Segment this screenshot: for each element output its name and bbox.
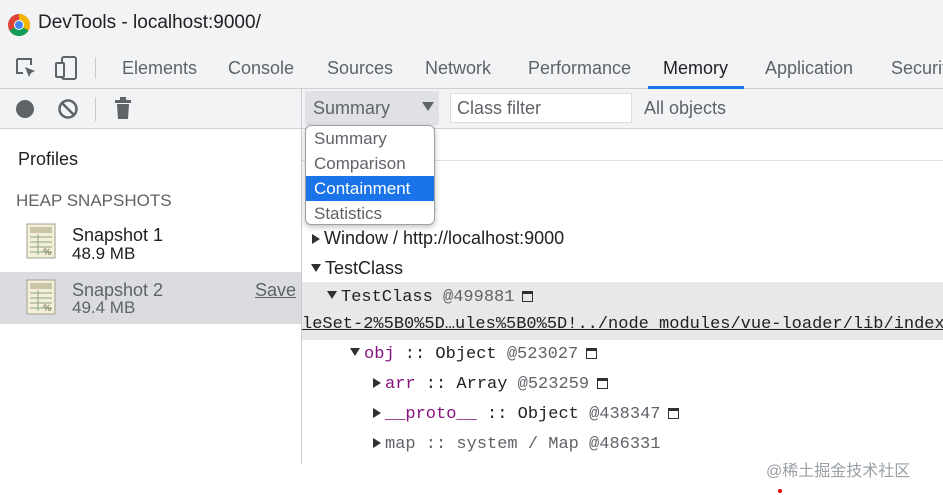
profiles-toolbar xyxy=(0,89,301,129)
class-filter-input[interactable] xyxy=(450,93,632,123)
expand-arrow-icon[interactable] xyxy=(373,438,381,448)
tree-row-window[interactable]: Window / http://localhost:9000 xyxy=(302,228,943,249)
tab-sources[interactable]: Sources xyxy=(327,58,393,79)
save-snapshot-link[interactable]: Save xyxy=(255,280,296,301)
window-title: DevTools - localhost:9000/ xyxy=(38,12,261,33)
store-as-global-icon[interactable] xyxy=(597,378,609,389)
expand-arrow-icon[interactable] xyxy=(312,234,320,244)
object-id: @499881 xyxy=(443,288,515,307)
object-name: TestClass xyxy=(341,288,433,307)
expand-arrow-icon[interactable] xyxy=(373,378,381,388)
collapse-arrow-icon[interactable] xyxy=(350,348,360,356)
snapshot-name: Snapshot 1 xyxy=(72,225,164,245)
menu-option-summary[interactable]: Summary xyxy=(306,126,434,151)
property-name: map xyxy=(385,435,416,454)
toolbar-divider xyxy=(95,57,96,79)
svg-text:%: % xyxy=(43,304,52,314)
tab-console[interactable]: Console xyxy=(228,58,294,79)
object-id: @523259 xyxy=(517,375,590,394)
chevron-down-icon xyxy=(422,102,434,111)
collapse-arrow-icon[interactable] xyxy=(327,291,337,299)
view-select-value: Summary xyxy=(313,98,391,118)
store-as-global-icon[interactable] xyxy=(668,408,680,419)
property-type: Object xyxy=(517,405,579,424)
cursor-dot xyxy=(778,489,782,493)
tab-performance[interactable]: Performance xyxy=(528,58,631,79)
tree-row-arr[interactable]: arr :: Array @523259 xyxy=(302,375,943,394)
object-id: @523027 xyxy=(506,345,579,364)
property-name: obj xyxy=(364,345,395,364)
tree-row-label: Window / http://localhost:9000 xyxy=(324,228,565,248)
clear-icon[interactable] xyxy=(57,98,79,120)
collapse-arrow-icon[interactable] xyxy=(311,264,321,272)
heap-snapshots-header: HEAP SNAPSHOTS xyxy=(16,191,172,210)
property-separator: :: xyxy=(476,405,518,424)
inspect-element-icon[interactable] xyxy=(14,56,38,80)
menu-option-containment[interactable]: Containment xyxy=(306,176,434,201)
store-as-global-icon[interactable] xyxy=(586,348,598,359)
heap-snapshot-icon: % xyxy=(26,223,56,259)
watermark: @稀土掘金技术社区 xyxy=(766,463,911,480)
property-separator: :: xyxy=(394,345,436,364)
toolbar-divider xyxy=(95,97,96,121)
tab-network[interactable]: Network xyxy=(425,58,491,79)
source-link[interactable]: leSet-2%5B0%5D…ules%5B0%5D!../node_modul… xyxy=(302,315,943,334)
object-id: @438347 xyxy=(589,405,661,424)
property-separator: :: xyxy=(415,375,457,394)
tree-row-map[interactable]: map :: system / Map @486331 xyxy=(302,435,943,454)
expand-arrow-icon[interactable] xyxy=(373,408,381,418)
store-as-global-icon[interactable] xyxy=(522,291,534,302)
chrome-logo-icon xyxy=(8,14,30,36)
tab-application[interactable]: Application xyxy=(765,58,853,79)
device-toolbar-icon[interactable] xyxy=(54,55,78,81)
property-name: __proto__ xyxy=(385,405,477,424)
tab-elements[interactable]: Elements xyxy=(122,58,197,79)
tree-row-label: TestClass xyxy=(325,258,404,278)
menu-option-statistics[interactable]: Statistics xyxy=(306,201,434,224)
tab-security[interactable]: Securit xyxy=(891,58,943,79)
tree-row-testclass-instance[interactable]: TestClass @499881 leSet-2%5B0%5D…ules%5B… xyxy=(302,282,943,340)
svg-text:%: % xyxy=(43,248,52,258)
trash-icon[interactable] xyxy=(113,97,133,119)
property-type: Object xyxy=(435,345,497,364)
tree-row-proto[interactable]: __proto__ :: Object @438347 xyxy=(302,405,943,424)
object-id: @486331 xyxy=(589,435,661,454)
heap-snapshot-icon: % xyxy=(26,279,56,315)
property-separator: :: xyxy=(415,435,457,454)
property-type: Array xyxy=(456,375,508,394)
tree-row-testclass-group[interactable]: TestClass xyxy=(302,258,943,279)
property-type: system / Map xyxy=(456,435,579,454)
snapshot-size: 49.4 MB xyxy=(72,298,136,317)
tree-row-obj[interactable]: obj :: Object @523027 xyxy=(302,345,943,364)
property-name: arr xyxy=(385,375,416,394)
view-select-menu: Summary Comparison Containment Statistic… xyxy=(305,125,435,225)
snapshot-size: 48.9 MB xyxy=(72,244,136,263)
object-scope-select[interactable]: All objects xyxy=(644,98,726,119)
record-icon[interactable] xyxy=(15,99,35,119)
menu-option-comparison[interactable]: Comparison xyxy=(306,151,434,176)
profiles-label: Profiles xyxy=(18,149,79,169)
tab-memory[interactable]: Memory xyxy=(663,58,728,79)
